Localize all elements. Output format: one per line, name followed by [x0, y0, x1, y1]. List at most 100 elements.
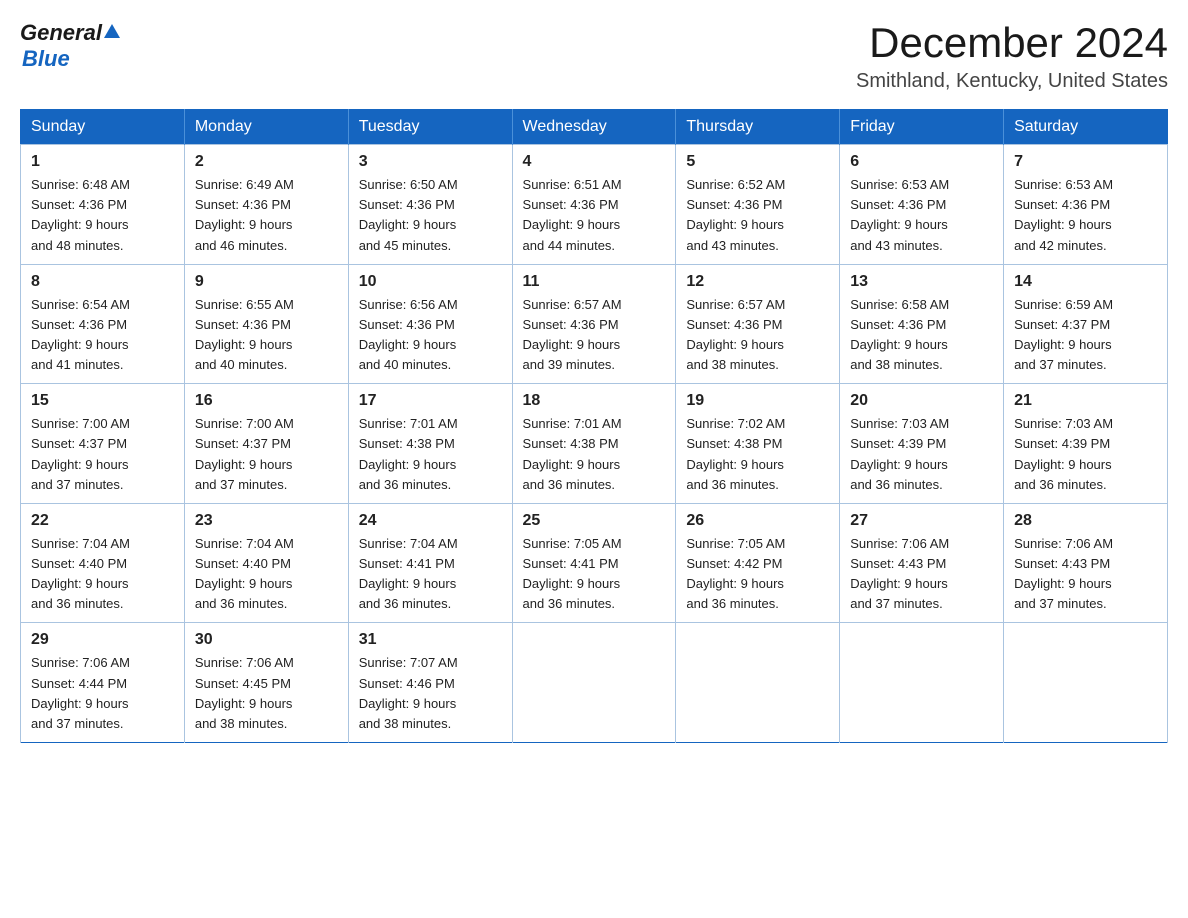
- day-number: 7: [1014, 153, 1157, 171]
- calendar-cell-w5-d1: 29 Sunrise: 7:06 AM Sunset: 4:44 PM Dayl…: [21, 623, 185, 743]
- day-info: Sunrise: 7:01 AM Sunset: 4:38 PM Dayligh…: [359, 414, 502, 495]
- calendar-cell-w1-d5: 5 Sunrise: 6:52 AM Sunset: 4:36 PM Dayli…: [676, 145, 840, 265]
- logo-triangle-icon: [103, 22, 121, 45]
- calendar-cell-w5-d3: 31 Sunrise: 7:07 AM Sunset: 4:46 PM Dayl…: [348, 623, 512, 743]
- day-number: 30: [195, 631, 338, 649]
- calendar-cell-w4-d1: 22 Sunrise: 7:04 AM Sunset: 4:40 PM Dayl…: [21, 503, 185, 623]
- day-number: 3: [359, 153, 502, 171]
- day-number: 19: [686, 392, 829, 410]
- logo-blue-text: Blue: [22, 46, 70, 72]
- day-info: Sunrise: 6:53 AM Sunset: 4:36 PM Dayligh…: [1014, 175, 1157, 256]
- day-info: Sunrise: 6:59 AM Sunset: 4:37 PM Dayligh…: [1014, 295, 1157, 376]
- day-number: 10: [359, 273, 502, 291]
- day-info: Sunrise: 6:58 AM Sunset: 4:36 PM Dayligh…: [850, 295, 993, 376]
- day-number: 15: [31, 392, 174, 410]
- calendar-cell-w2-d4: 11 Sunrise: 6:57 AM Sunset: 4:36 PM Dayl…: [512, 264, 676, 384]
- calendar-cell-w5-d6: [840, 623, 1004, 743]
- day-info: Sunrise: 7:00 AM Sunset: 4:37 PM Dayligh…: [195, 414, 338, 495]
- day-number: 12: [686, 273, 829, 291]
- location-subtitle: Smithland, Kentucky, United States: [856, 70, 1168, 93]
- calendar-cell-w1-d2: 2 Sunrise: 6:49 AM Sunset: 4:36 PM Dayli…: [184, 145, 348, 265]
- day-info: Sunrise: 6:53 AM Sunset: 4:36 PM Dayligh…: [850, 175, 993, 256]
- calendar-cell-w3-d6: 20 Sunrise: 7:03 AM Sunset: 4:39 PM Dayl…: [840, 384, 1004, 504]
- day-number: 17: [359, 392, 502, 410]
- day-info: Sunrise: 6:50 AM Sunset: 4:36 PM Dayligh…: [359, 175, 502, 256]
- day-number: 14: [1014, 273, 1157, 291]
- day-number: 1: [31, 153, 174, 171]
- calendar-cell-w4-d2: 23 Sunrise: 7:04 AM Sunset: 4:40 PM Dayl…: [184, 503, 348, 623]
- calendar-cell-w3-d3: 17 Sunrise: 7:01 AM Sunset: 4:38 PM Dayl…: [348, 384, 512, 504]
- day-number: 16: [195, 392, 338, 410]
- calendar-week-5: 29 Sunrise: 7:06 AM Sunset: 4:44 PM Dayl…: [21, 623, 1168, 743]
- calendar-cell-w3-d1: 15 Sunrise: 7:00 AM Sunset: 4:37 PM Dayl…: [21, 384, 185, 504]
- day-number: 13: [850, 273, 993, 291]
- day-info: Sunrise: 6:49 AM Sunset: 4:36 PM Dayligh…: [195, 175, 338, 256]
- calendar-cell-w4-d3: 24 Sunrise: 7:04 AM Sunset: 4:41 PM Dayl…: [348, 503, 512, 623]
- col-header-tuesday: Tuesday: [348, 110, 512, 145]
- calendar-cell-w2-d6: 13 Sunrise: 6:58 AM Sunset: 4:36 PM Dayl…: [840, 264, 1004, 384]
- calendar-week-2: 8 Sunrise: 6:54 AM Sunset: 4:36 PM Dayli…: [21, 264, 1168, 384]
- calendar-header-row: Sunday Monday Tuesday Wednesday Thursday…: [21, 110, 1168, 145]
- day-info: Sunrise: 7:04 AM Sunset: 4:40 PM Dayligh…: [31, 534, 174, 615]
- calendar-cell-w1-d4: 4 Sunrise: 6:51 AM Sunset: 4:36 PM Dayli…: [512, 145, 676, 265]
- calendar-cell-w5-d4: [512, 623, 676, 743]
- calendar-table: Sunday Monday Tuesday Wednesday Thursday…: [20, 109, 1168, 743]
- calendar-cell-w5-d5: [676, 623, 840, 743]
- calendar-week-4: 22 Sunrise: 7:04 AM Sunset: 4:40 PM Dayl…: [21, 503, 1168, 623]
- calendar-cell-w2-d2: 9 Sunrise: 6:55 AM Sunset: 4:36 PM Dayli…: [184, 264, 348, 384]
- day-info: Sunrise: 7:03 AM Sunset: 4:39 PM Dayligh…: [850, 414, 993, 495]
- logo: General Blue: [20, 20, 122, 72]
- day-info: Sunrise: 6:57 AM Sunset: 4:36 PM Dayligh…: [686, 295, 829, 376]
- day-info: Sunrise: 7:03 AM Sunset: 4:39 PM Dayligh…: [1014, 414, 1157, 495]
- month-title: December 2024: [856, 20, 1168, 66]
- day-info: Sunrise: 7:01 AM Sunset: 4:38 PM Dayligh…: [523, 414, 666, 495]
- day-number: 11: [523, 273, 666, 291]
- page-header: General Blue December 2024 Smithland, Ke…: [20, 20, 1168, 93]
- day-info: Sunrise: 7:00 AM Sunset: 4:37 PM Dayligh…: [31, 414, 174, 495]
- day-info: Sunrise: 7:07 AM Sunset: 4:46 PM Dayligh…: [359, 653, 502, 734]
- day-info: Sunrise: 6:55 AM Sunset: 4:36 PM Dayligh…: [195, 295, 338, 376]
- calendar-cell-w1-d7: 7 Sunrise: 6:53 AM Sunset: 4:36 PM Dayli…: [1004, 145, 1168, 265]
- title-section: December 2024 Smithland, Kentucky, Unite…: [856, 20, 1168, 93]
- calendar-cell-w2-d3: 10 Sunrise: 6:56 AM Sunset: 4:36 PM Dayl…: [348, 264, 512, 384]
- calendar-cell-w1-d1: 1 Sunrise: 6:48 AM Sunset: 4:36 PM Dayli…: [21, 145, 185, 265]
- calendar-cell-w1-d6: 6 Sunrise: 6:53 AM Sunset: 4:36 PM Dayli…: [840, 145, 1004, 265]
- day-info: Sunrise: 6:52 AM Sunset: 4:36 PM Dayligh…: [686, 175, 829, 256]
- day-number: 18: [523, 392, 666, 410]
- day-info: Sunrise: 6:51 AM Sunset: 4:36 PM Dayligh…: [523, 175, 666, 256]
- calendar-cell-w5-d2: 30 Sunrise: 7:06 AM Sunset: 4:45 PM Dayl…: [184, 623, 348, 743]
- day-number: 2: [195, 153, 338, 171]
- day-number: 24: [359, 512, 502, 530]
- day-number: 25: [523, 512, 666, 530]
- day-number: 4: [523, 153, 666, 171]
- logo-general-text: General: [20, 20, 102, 46]
- day-info: Sunrise: 7:06 AM Sunset: 4:45 PM Dayligh…: [195, 653, 338, 734]
- day-number: 9: [195, 273, 338, 291]
- calendar-week-3: 15 Sunrise: 7:00 AM Sunset: 4:37 PM Dayl…: [21, 384, 1168, 504]
- calendar-cell-w4-d4: 25 Sunrise: 7:05 AM Sunset: 4:41 PM Dayl…: [512, 503, 676, 623]
- day-info: Sunrise: 7:05 AM Sunset: 4:42 PM Dayligh…: [686, 534, 829, 615]
- calendar-cell-w4-d5: 26 Sunrise: 7:05 AM Sunset: 4:42 PM Dayl…: [676, 503, 840, 623]
- day-info: Sunrise: 7:06 AM Sunset: 4:43 PM Dayligh…: [850, 534, 993, 615]
- day-info: Sunrise: 6:54 AM Sunset: 4:36 PM Dayligh…: [31, 295, 174, 376]
- day-number: 29: [31, 631, 174, 649]
- col-header-friday: Friday: [840, 110, 1004, 145]
- calendar-cell-w3-d5: 19 Sunrise: 7:02 AM Sunset: 4:38 PM Dayl…: [676, 384, 840, 504]
- day-number: 5: [686, 153, 829, 171]
- calendar-week-1: 1 Sunrise: 6:48 AM Sunset: 4:36 PM Dayli…: [21, 145, 1168, 265]
- day-info: Sunrise: 6:48 AM Sunset: 4:36 PM Dayligh…: [31, 175, 174, 256]
- calendar-cell-w1-d3: 3 Sunrise: 6:50 AM Sunset: 4:36 PM Dayli…: [348, 145, 512, 265]
- calendar-cell-w3-d4: 18 Sunrise: 7:01 AM Sunset: 4:38 PM Dayl…: [512, 384, 676, 504]
- col-header-thursday: Thursday: [676, 110, 840, 145]
- day-info: Sunrise: 7:06 AM Sunset: 4:44 PM Dayligh…: [31, 653, 174, 734]
- day-number: 6: [850, 153, 993, 171]
- day-info: Sunrise: 7:04 AM Sunset: 4:40 PM Dayligh…: [195, 534, 338, 615]
- day-info: Sunrise: 7:04 AM Sunset: 4:41 PM Dayligh…: [359, 534, 502, 615]
- day-number: 8: [31, 273, 174, 291]
- calendar-cell-w5-d7: [1004, 623, 1168, 743]
- col-header-saturday: Saturday: [1004, 110, 1168, 145]
- day-number: 28: [1014, 512, 1157, 530]
- day-number: 31: [359, 631, 502, 649]
- day-info: Sunrise: 7:02 AM Sunset: 4:38 PM Dayligh…: [686, 414, 829, 495]
- calendar-cell-w2-d1: 8 Sunrise: 6:54 AM Sunset: 4:36 PM Dayli…: [21, 264, 185, 384]
